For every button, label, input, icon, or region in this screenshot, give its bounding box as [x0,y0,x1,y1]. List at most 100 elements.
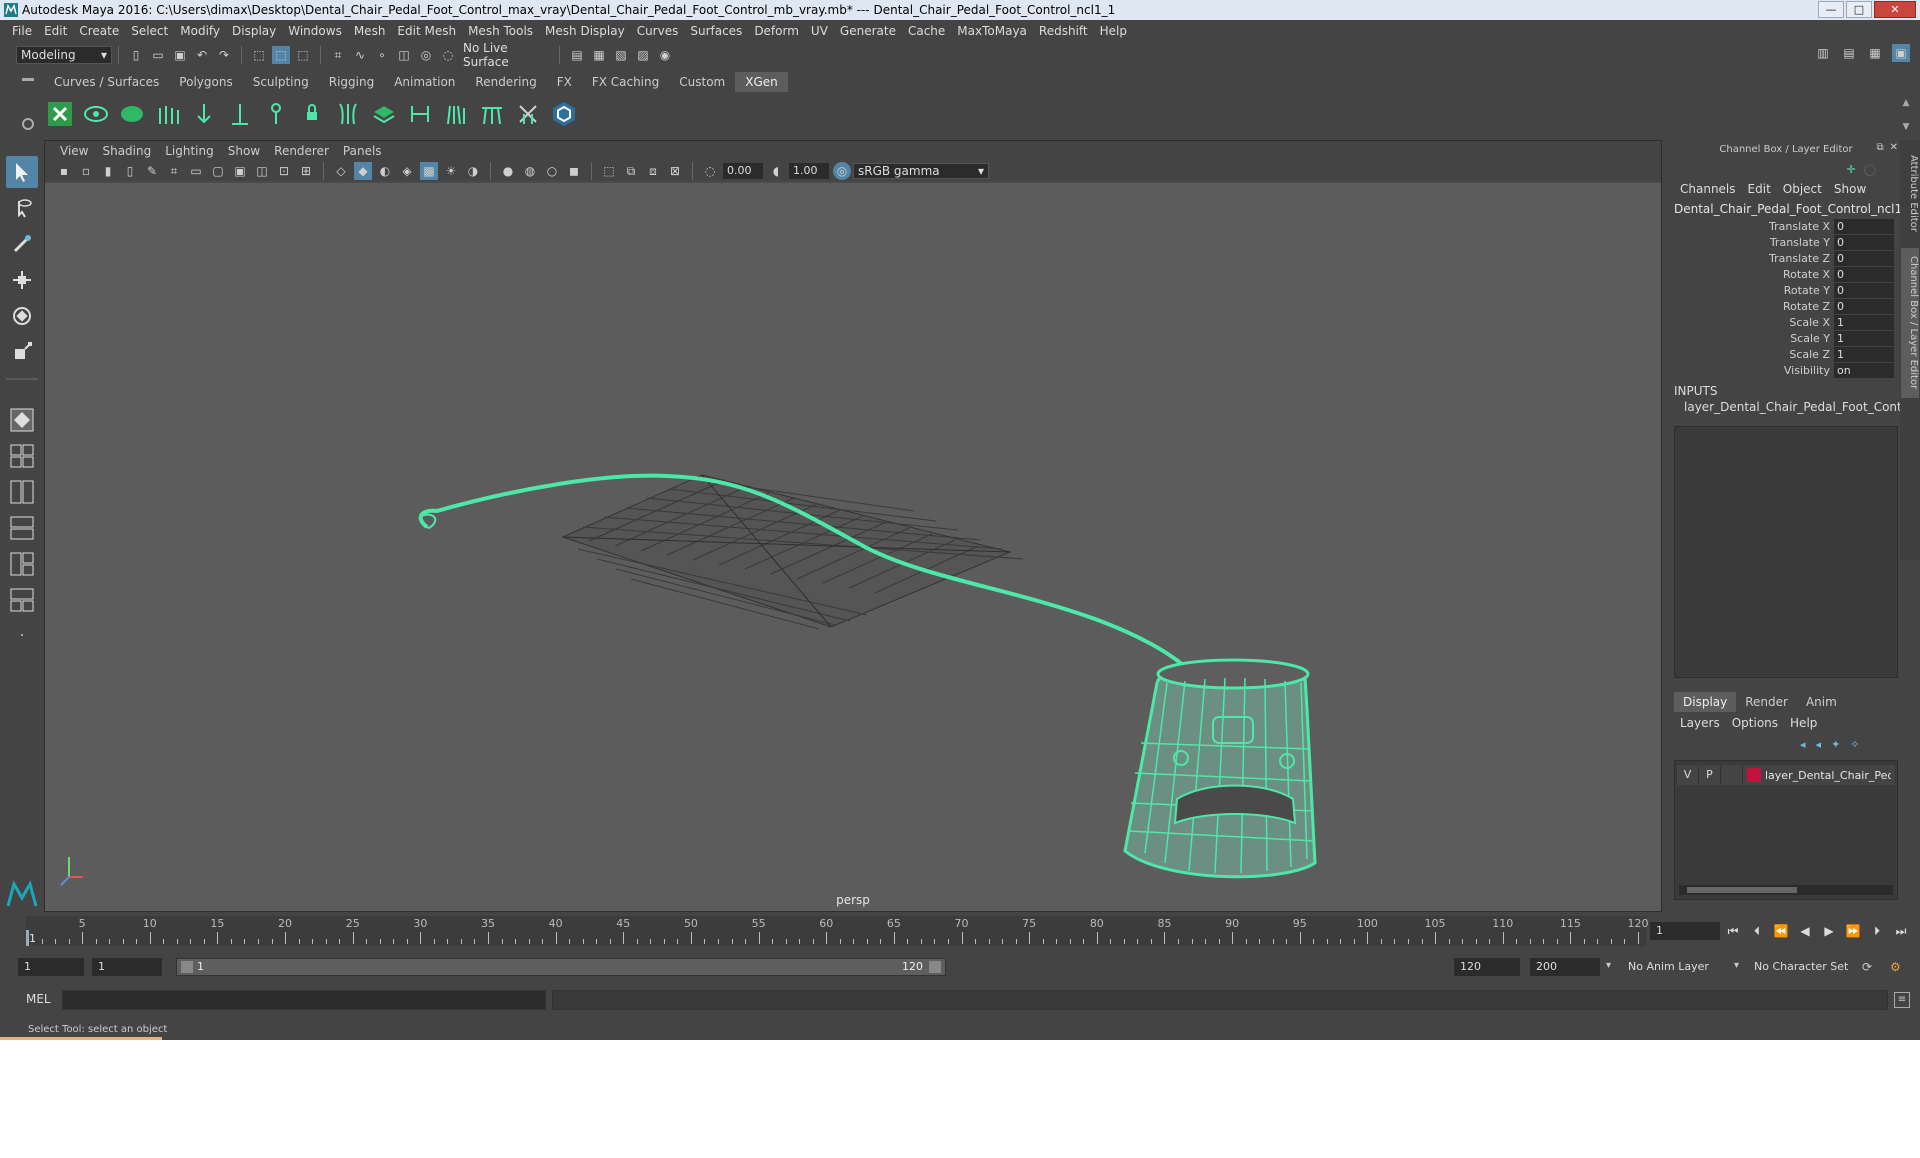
time-slider[interactable]: 1 5 10 15 20 25 30 35 40 45 50 55 60 65 70 75 80 85 90 95 1… [26,916,1649,946]
layer-name[interactable]: layer_Dental_Chair_Peda [1765,769,1891,782]
attr-value-field[interactable]: 1 [1834,346,1894,362]
side-by-side-layout-icon[interactable] [6,476,38,508]
xray-components-icon[interactable]: ⊠ [666,162,684,180]
attr-value-field[interactable]: 0 [1834,218,1894,234]
attr-label[interactable]: Visibility [1670,364,1834,377]
menu-mesh-tools[interactable]: Mesh Tools [462,24,539,38]
menu-cache[interactable]: Cache [902,24,951,38]
xgen-rebuild-icon[interactable] [260,98,292,130]
menu-generate[interactable]: Generate [834,24,902,38]
character-set-dropdown[interactable]: No Character Set [1748,958,1870,976]
camera-select-icon[interactable]: ▪ [55,162,73,180]
viewport-menu-shading[interactable]: Shading [95,144,158,158]
minimize-button[interactable]: — [1818,1,1844,18]
layer-display-type-toggle[interactable] [1721,766,1743,784]
menu-deform[interactable]: Deform [748,24,805,38]
xray-joints-icon[interactable]: ⧈ [644,162,662,180]
shelf-settings-icon[interactable] [22,118,34,130]
new-empty-layer-icon[interactable]: ✦ [1831,738,1840,751]
color-management-icon[interactable]: ◎ [833,162,851,180]
gate-mask-icon[interactable]: ▣ [231,162,249,180]
isolate-select-icon[interactable]: ⬚ [600,162,618,180]
play-backwards-icon[interactable]: ◀ [1796,922,1814,940]
safe-action-icon[interactable]: ⊡ [275,162,293,180]
viewport-menu-panels[interactable]: Panels [336,144,389,158]
film-gate-icon[interactable]: ▭ [187,162,205,180]
animation-end-field[interactable]: 200 [1530,958,1600,976]
shelf-tab-polygons[interactable]: Polygons [169,72,242,92]
step-forward-key-icon[interactable]: ⏩ [1844,922,1862,940]
viewport-menu-view[interactable]: View [53,144,95,158]
shelf-tab-xgen[interactable]: XGen [735,72,788,92]
menu-surfaces[interactable]: Surfaces [684,24,748,38]
viewport-menu-renderer[interactable]: Renderer [267,144,336,158]
layer-playback-toggle[interactable]: P [1699,766,1721,784]
menu-set-dropdown[interactable]: Modeling ▾ [16,46,112,64]
persp-graph-layout-icon[interactable] [6,548,38,580]
attr-value-field[interactable]: 0 [1834,298,1894,314]
viewport-menu-lighting[interactable]: Lighting [158,144,221,158]
lasso-tool-icon[interactable] [6,192,38,224]
mel-language-label[interactable]: MEL [26,992,51,1006]
channel-box-menu-channels[interactable]: Channels [1674,182,1742,196]
menu-help[interactable]: Help [1094,24,1133,38]
safe-title-icon[interactable]: ⊞ [297,162,315,180]
select-tool-icon[interactable] [6,156,38,188]
move-tool-icon[interactable] [6,264,38,296]
layer-menu-options[interactable]: Options [1726,716,1784,730]
xgen-sculpt-guide-icon[interactable] [224,98,256,130]
layer-color-swatch[interactable] [1747,768,1761,782]
step-back-key-icon[interactable]: ⏪ [1772,922,1790,940]
shadows-icon[interactable]: ◑ [464,162,482,180]
gamma-field[interactable]: 1.00 [789,163,829,179]
hypershade-icon[interactable]: ◉ [656,46,674,64]
script-editor-icon[interactable]: ≡ [1894,992,1910,1008]
undo-icon[interactable]: ↶ [193,46,211,64]
anim-layer-dropdown[interactable]: No Anim Layer [1622,958,1746,976]
xgen-hexagon-icon[interactable] [548,98,580,130]
shelf-tab-sculpting[interactable]: Sculpting [243,72,319,92]
outliner-toggle-icon[interactable]: ▤ [1840,44,1858,62]
new-scene-icon[interactable]: ▯ [127,46,145,64]
attr-label[interactable]: Scale X [1670,316,1834,329]
side-tab-attribute-editor[interactable]: Attribute Editor [1901,148,1919,238]
image-plane-icon[interactable]: ▯ [121,162,139,180]
range-slider[interactable]: 1 120 [176,958,946,976]
menu-curves[interactable]: Curves [631,24,685,38]
layer-tab-anim[interactable]: Anim [1797,692,1846,712]
viewport-menu-show[interactable]: Show [221,144,267,158]
menu-maxtomaya[interactable]: MaxToMaya [951,24,1033,38]
chevron-down-icon[interactable]: ▾ [1734,960,1739,971]
layer-row[interactable]: V P layer_Dental_Chair_Peda [1677,765,1895,785]
view-transform-dropdown[interactable]: sRGB gamma ▾ [853,163,989,179]
stacked-layout-icon[interactable] [6,512,38,544]
bookmark-icon[interactable]: ▮ [99,162,117,180]
step-forward-frame-icon[interactable]: ⏵ [1868,922,1886,940]
redo-icon[interactable]: ↷ [215,46,233,64]
select-by-component-icon[interactable]: ⬚ [294,46,312,64]
menu-create[interactable]: Create [73,24,125,38]
attr-label[interactable]: Rotate Z [1670,300,1834,313]
make-live-icon[interactable]: ◌ [439,46,457,64]
menu-file[interactable]: File [6,24,38,38]
layer-tab-display[interactable]: Display [1674,692,1737,712]
attr-value-field[interactable]: 1 [1834,314,1894,330]
render-settings-icon[interactable]: ▨ [634,46,652,64]
paint-select-tool-icon[interactable] [6,228,38,260]
exposure-field[interactable]: 0.00 [723,163,763,179]
range-menu-icon[interactable]: ▾ [1606,960,1611,971]
anti-aliasing-icon[interactable]: ○ [543,162,561,180]
xgen-editor-icon[interactable] [44,98,76,130]
four-view-layout-icon[interactable] [6,440,38,472]
xgen-normalize-icon[interactable] [404,98,436,130]
close-panel-icon[interactable]: ✕ [1890,142,1898,153]
menu-uv[interactable]: UV [805,24,834,38]
step-back-frame-icon[interactable]: ⏴ [1748,922,1766,940]
field-chart-icon[interactable]: ◫ [253,162,271,180]
xgen-description-icon[interactable] [116,98,148,130]
channel-box-menu-object[interactable]: Object [1777,182,1828,196]
attr-label[interactable]: Scale Z [1670,348,1834,361]
xgen-cut-icon[interactable] [476,98,508,130]
layer-visibility-toggle[interactable]: V [1677,766,1699,784]
default-material-icon[interactable]: ◐ [376,162,394,180]
